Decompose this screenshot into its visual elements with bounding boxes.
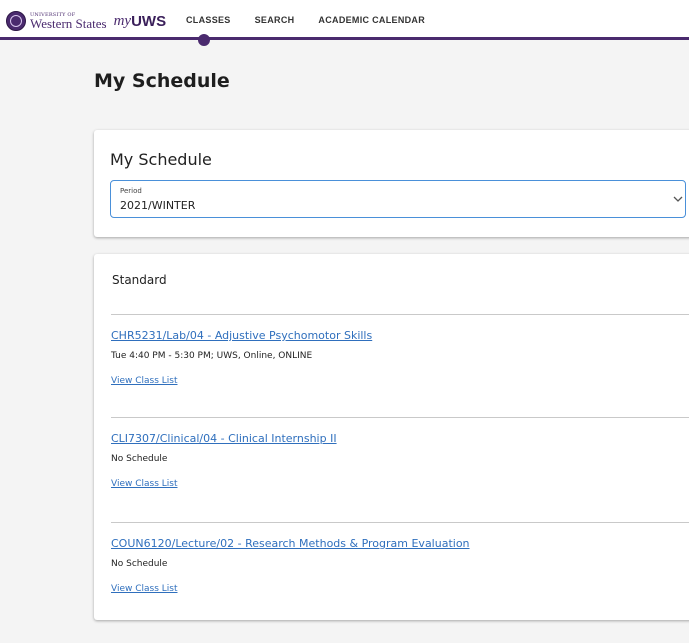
- schedule-card-title: My Schedule: [110, 150, 212, 169]
- university-seal-icon: [6, 11, 26, 31]
- course-divider: [111, 314, 689, 315]
- course-title-link[interactable]: CLI7307/Clinical/04 - Clinical Internshi…: [111, 432, 337, 445]
- nav-tab-classes[interactable]: CLASSES: [186, 0, 243, 46]
- course-item: CHR5231/Lab/04 - Adjustive Psychomotor S…: [111, 329, 372, 386]
- course-title-link[interactable]: CHR5231/Lab/04 - Adjustive Psychomotor S…: [111, 329, 372, 342]
- period-select-label: Period: [120, 187, 142, 195]
- view-class-list-link[interactable]: View Class List: [111, 584, 470, 594]
- course-schedule-text: No Schedule: [111, 454, 168, 464]
- course-title-link[interactable]: COUN6120/Lecture/02 - Research Methods &…: [111, 537, 470, 550]
- brand-my-text: my: [113, 12, 132, 29]
- view-class-list-link[interactable]: View Class List: [111, 376, 372, 386]
- chevron-down-icon[interactable]: [671, 192, 685, 206]
- view-class-list-link[interactable]: View Class List: [111, 479, 337, 489]
- university-logo[interactable]: University of Western States my UWS: [6, 11, 166, 31]
- course-divider: [111, 522, 689, 523]
- top-navigation-bar: University of Western States my UWS CLASS…: [0, 0, 689, 46]
- course-schedule-text: No Schedule: [111, 559, 168, 569]
- course-divider: [111, 417, 689, 418]
- courses-card: Standard CHR5231/Lab/04 - Adjustive Psyc…: [94, 254, 689, 620]
- brand-name-text: Western States: [30, 15, 107, 31]
- brand-uws-text: UWS: [131, 12, 167, 30]
- course-schedule-text: Tue 4:40 PM - 5:30 PM; UWS, Online, ONLI…: [111, 351, 313, 361]
- schedule-card: My Schedule Period 2021/WINTER: [94, 130, 689, 237]
- brand-wordmark: University of Western States: [30, 12, 107, 31]
- course-item: CLI7307/Clinical/04 - Clinical Internshi…: [111, 432, 337, 489]
- main-nav: CLASSES SEARCH ACADEMIC CALENDAR: [186, 0, 437, 46]
- section-heading-standard: Standard: [112, 273, 167, 287]
- period-select[interactable]: Period 2021/WINTER: [110, 180, 686, 218]
- nav-tab-search[interactable]: SEARCH: [243, 0, 307, 40]
- period-select-value: 2021/WINTER: [120, 199, 196, 212]
- page-title: My Schedule: [94, 70, 230, 92]
- nav-tab-academic-calendar[interactable]: ACADEMIC CALENDAR: [306, 0, 437, 40]
- course-item: COUN6120/Lecture/02 - Research Methods &…: [111, 537, 470, 594]
